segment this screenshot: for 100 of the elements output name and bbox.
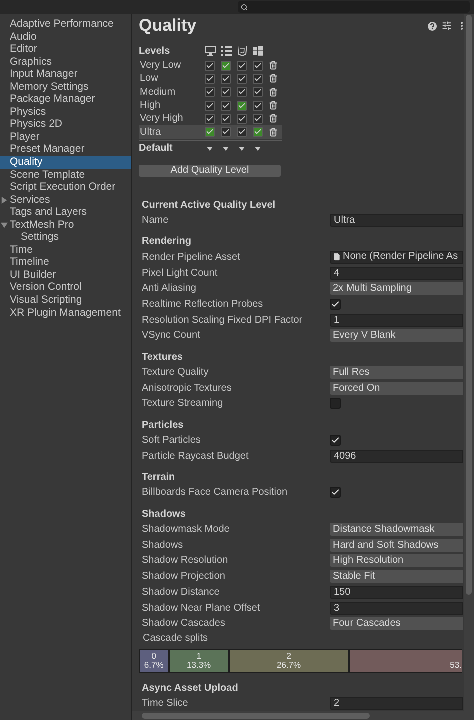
sidebar-item[interactable]: TextMesh Pro <box>0 218 131 232</box>
text-field[interactable]: 150 <box>330 586 463 599</box>
text-field[interactable]: 4096 <box>330 450 463 463</box>
caret-right-icon[interactable] <box>1 196 8 204</box>
object-field[interactable]: None (Render Pipeline As <box>330 250 463 264</box>
text-field[interactable]: 2 <box>330 696 463 710</box>
checkbox[interactable] <box>330 398 341 410</box>
sidebar-item[interactable]: Timeline <box>0 256 131 269</box>
dropdown[interactable]: Full Res <box>330 366 463 379</box>
checkbox[interactable] <box>237 114 247 124</box>
checkbox[interactable] <box>237 87 247 98</box>
checkbox[interactable] <box>205 60 215 71</box>
dropdown[interactable]: High Resolution <box>330 554 463 568</box>
sidebar-item[interactable]: Physics 2D <box>0 118 131 131</box>
sidebar-item[interactable]: Audio <box>0 30 131 44</box>
checkbox[interactable] <box>253 114 263 124</box>
checkbox[interactable] <box>205 100 215 111</box>
dropdown[interactable]: Four Cascades <box>330 617 463 630</box>
sidebar-item[interactable]: Settings <box>0 231 131 244</box>
setting-label: Time Slice <box>141 696 190 711</box>
checkbox[interactable] <box>221 74 231 84</box>
caret-down-icon[interactable] <box>207 146 213 151</box>
sidebar-item[interactable]: Services <box>0 194 131 206</box>
checkbox[interactable] <box>205 87 215 98</box>
quality-level-row[interactable]: Ultra <box>139 125 282 139</box>
quality-level-row[interactable]: High <box>139 98 282 112</box>
sliders-icon[interactable] <box>442 21 452 31</box>
sidebar-item[interactable]: Player <box>0 130 131 144</box>
sidebar-item[interactable]: Visual Scripting <box>0 294 131 307</box>
checkbox[interactable] <box>330 435 341 446</box>
cascade-segment[interactable]: 53. <box>349 648 462 673</box>
sidebar-item[interactable]: Version Control <box>0 281 131 294</box>
caret-down-icon[interactable] <box>223 146 229 151</box>
dropdown[interactable]: 2x Multi Sampling <box>330 282 463 296</box>
delete-icon[interactable] <box>269 128 278 137</box>
sidebar-item[interactable]: Editor <box>0 43 131 56</box>
caret-down-icon[interactable] <box>255 146 261 151</box>
caret-down-icon[interactable] <box>1 222 8 229</box>
dropdown[interactable]: Every V Blank <box>330 329 463 342</box>
checkbox[interactable] <box>253 100 263 111</box>
checkbox[interactable] <box>253 60 263 71</box>
cascade-segment[interactable]: 2 26.7% <box>228 648 350 673</box>
caret-down-icon[interactable] <box>239 146 245 151</box>
text-field[interactable]: Ultra <box>330 214 463 228</box>
level-name: Ultra <box>139 126 162 140</box>
setting-label: Anti Aliasing <box>141 282 198 296</box>
dropdown[interactable]: Stable Fit <box>330 570 463 584</box>
dropdown[interactable]: Forced On <box>330 382 463 395</box>
dropdown[interactable]: Hard and Soft Shadows <box>330 538 463 552</box>
sidebar-item[interactable]: Package Manager <box>0 93 131 106</box>
checkbox[interactable] <box>221 87 231 98</box>
delete-icon[interactable] <box>269 74 278 84</box>
horizontal-scrollbar[interactable] <box>132 711 474 720</box>
cascade-segment[interactable]: 0 6.7% <box>139 648 170 673</box>
sidebar-item[interactable]: Physics <box>0 106 131 118</box>
sidebar-item[interactable]: Tags and Layers <box>0 206 131 219</box>
sidebar-item[interactable]: Memory Settings <box>0 80 131 94</box>
dropdown[interactable]: Distance Shadowmask <box>330 523 463 536</box>
checkbox[interactable] <box>237 60 247 71</box>
checkbox[interactable] <box>330 298 341 310</box>
checkbox[interactable] <box>205 74 215 84</box>
sidebar-item[interactable]: Time <box>0 244 131 256</box>
vertical-scrollbar[interactable] <box>464 14 474 711</box>
checkbox[interactable] <box>205 114 215 124</box>
checkbox[interactable] <box>221 114 231 124</box>
help-icon[interactable] <box>428 22 437 30</box>
delete-icon[interactable] <box>269 114 278 124</box>
section-heading: Async Asset Upload <box>141 682 238 696</box>
add-quality-level-button[interactable]: Add Quality Level <box>139 164 281 177</box>
checkbox[interactable] <box>253 87 263 98</box>
search-field[interactable] <box>238 1 470 13</box>
checkbox[interactable] <box>237 74 247 84</box>
text-field[interactable]: 3 <box>330 602 463 614</box>
sidebar-item[interactable]: Graphics <box>0 56 131 68</box>
text-field[interactable]: 1 <box>330 314 463 327</box>
quality-level-row[interactable]: Very Low <box>139 59 282 72</box>
sidebar-item[interactable]: Preset Manager <box>0 143 131 156</box>
quality-level-row[interactable]: Very High <box>139 112 282 126</box>
checkbox[interactable] <box>221 100 231 111</box>
sidebar-item[interactable]: Adaptive Performance <box>0 18 131 31</box>
sidebar-item[interactable]: Input Manager <box>0 68 131 81</box>
sidebar-item[interactable]: XR Plugin Management <box>0 306 131 320</box>
checkbox[interactable] <box>237 127 247 138</box>
checkbox[interactable] <box>221 127 231 138</box>
text-field[interactable]: 4 <box>330 266 463 280</box>
cascade-segment[interactable]: 1 13.3% <box>169 648 229 673</box>
sidebar-item[interactable]: Quality <box>0 156 131 169</box>
level-name: Very Low <box>139 59 182 74</box>
levels-heading: Levels <box>139 44 172 58</box>
checkbox[interactable] <box>253 74 263 84</box>
delete-icon[interactable] <box>269 101 278 110</box>
sidebar-item[interactable]: UI Builder <box>0 268 131 282</box>
sidebar-item[interactable]: Scene Template <box>0 168 131 182</box>
delete-icon[interactable] <box>269 88 278 97</box>
quality-level-row[interactable]: Medium <box>139 86 282 99</box>
delete-icon[interactable] <box>269 61 278 70</box>
checkbox[interactable] <box>330 487 341 498</box>
windows-icon <box>253 46 263 56</box>
quality-level-row[interactable]: Low <box>139 72 282 86</box>
sidebar-item[interactable]: Script Execution Order <box>0 181 131 194</box>
